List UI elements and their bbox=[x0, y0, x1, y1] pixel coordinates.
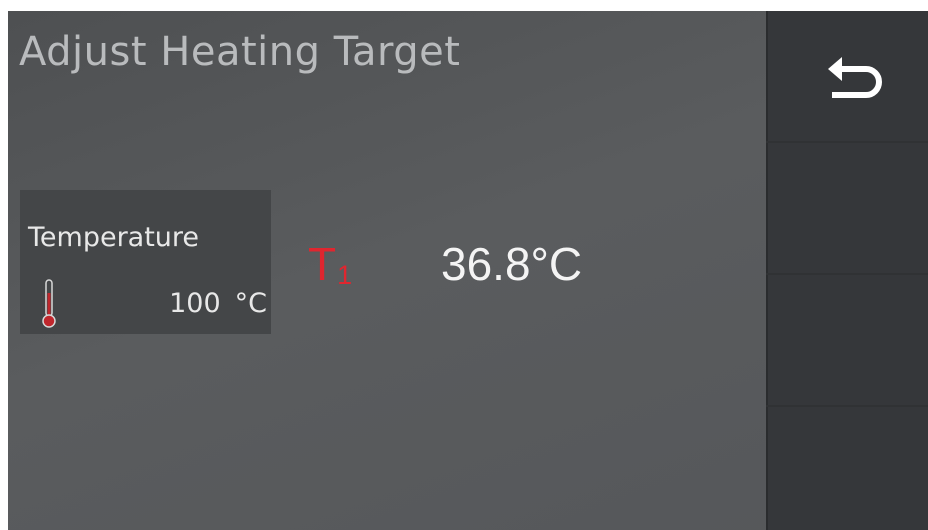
hmi-screen: Adjust Heating Target Temperature 100 °C … bbox=[8, 11, 928, 530]
temperature-card[interactable]: Temperature 100 °C bbox=[20, 190, 271, 334]
side-button-3[interactable] bbox=[766, 275, 928, 405]
back-arrow-icon bbox=[828, 57, 882, 98]
setpoint-symbol: T1 bbox=[308, 237, 352, 291]
setpoint-symbol-letter: T bbox=[308, 238, 337, 290]
side-button-2[interactable] bbox=[766, 143, 928, 273]
side-panel bbox=[766, 11, 928, 530]
setpoint-symbol-subscript: 1 bbox=[337, 260, 353, 290]
temperature-target-number: 100 bbox=[169, 288, 221, 319]
current-temperature-value: 36.8°C bbox=[441, 238, 583, 290]
thermometer-icon bbox=[42, 279, 56, 328]
side-button-4[interactable] bbox=[766, 407, 928, 530]
back-button[interactable] bbox=[766, 11, 928, 141]
temperature-label: Temperature bbox=[28, 222, 200, 253]
main-panel: Adjust Heating Target Temperature 100 °C … bbox=[8, 11, 766, 530]
page-title: Adjust Heating Target bbox=[19, 29, 461, 75]
temperature-unit: °C bbox=[234, 288, 267, 319]
temperature-target-value: 100 °C bbox=[169, 288, 267, 319]
